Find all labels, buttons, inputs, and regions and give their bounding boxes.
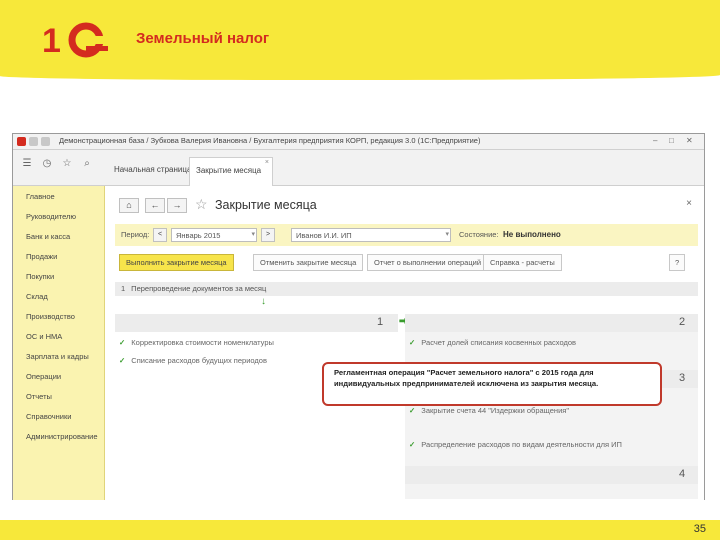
1c-logo: 1 (42, 22, 108, 60)
column-4-number: 4 (679, 468, 686, 480)
slide: 1 Земельный налог Демонстрационная база … (0, 0, 720, 540)
form-area: ⌂ ← → ☆ Закрытие месяца × Период: < Янва… (105, 186, 704, 500)
cancel-close-button[interactable]: Отменить закрытие месяца (253, 254, 364, 271)
form-close-icon[interactable]: × (686, 198, 692, 209)
note-callout: Регламентная операция "Расчет земельного… (322, 362, 662, 406)
tab-home[interactable]: Начальная страница (108, 157, 197, 186)
column-3-number: 3 (679, 372, 686, 384)
actions-bar: Выполнить закрытие месяца Отменить закры… (119, 254, 694, 272)
left-operation[interactable]: ✓ Корректировка стоимости номенклатуры (119, 338, 274, 347)
section-reposting-label: 1 Перепроведение документов за месяц (121, 284, 266, 293)
minimize-icon[interactable]: – (653, 136, 657, 145)
sidebar-item-payroll[interactable]: Зарплата и кадры (26, 352, 89, 361)
tab-home-label: Начальная страница (114, 165, 192, 174)
status-label: Состояние: (459, 230, 499, 239)
slide-footer-band (0, 520, 720, 540)
close-tab-icon[interactable]: × (265, 159, 269, 166)
section-index: 1 (121, 284, 126, 293)
report-button[interactable]: Отчет о выполнении операций (367, 254, 489, 271)
forward-button[interactable]: → (167, 198, 187, 213)
column-1-header: 1 (115, 314, 398, 332)
sidebar-item-catalogs[interactable]: Справочники (26, 412, 71, 421)
section-reposting-row: 1 Перепроведение документов за месяц (115, 282, 698, 296)
form-title: Закрытие месяца (215, 198, 317, 212)
sidebar-item-assets[interactable]: ОС и НМА (26, 332, 62, 341)
svg-text:1: 1 (42, 22, 61, 60)
period-prev-button[interactable]: < (153, 228, 167, 242)
slide-page-number: 35 (693, 523, 706, 535)
app-icon (17, 137, 26, 146)
menu-icon[interactable] (29, 137, 38, 146)
right-operation-label: Распределение расходов по видам деятельн… (421, 440, 622, 449)
close-window-icon[interactable]: ✕ (686, 136, 693, 145)
home-button[interactable]: ⌂ (119, 198, 139, 213)
left-operation-label: Корректировка стоимости номенклатуры (131, 338, 274, 347)
check-icon: ✓ (119, 338, 126, 347)
favorites-icon[interactable]: ☆ (61, 158, 73, 170)
sidebar-item-management[interactable]: Руководителю (26, 212, 76, 221)
title-bar: Демонстрационная база / Зубкова Валерия … (13, 134, 704, 150)
sidebar-item-admin[interactable]: Администрирование (26, 432, 98, 441)
column-2-header: 2 (405, 314, 698, 332)
check-icon: ✓ (409, 406, 416, 415)
section-reposting-text: Перепроведение документов за месяц (131, 284, 267, 293)
history-icon[interactable]: ◷ (41, 158, 53, 170)
organization-value: Иванов И.И. ИП (296, 231, 352, 240)
tab-month-close-label: Закрытие месяца (196, 166, 262, 175)
left-operation[interactable]: ✓ Списание расходов будущих периодов (119, 356, 267, 365)
sidebar-item-sales[interactable]: Продажи (26, 252, 57, 261)
period-field[interactable]: Январь 2015 ▾ (171, 228, 257, 242)
left-operation-label: Списание расходов будущих периодов (131, 356, 267, 365)
column-2-number: 2 (679, 316, 686, 328)
period-row: Период: < Январь 2015 ▾ > Иванов И.И. ИП… (115, 224, 698, 246)
check-icon: ✓ (119, 356, 126, 365)
operations-column-1: 1 ✓ Корректировка стоимости номенклатуры … (115, 314, 398, 499)
down-arrow-icon: ↓ (261, 296, 266, 307)
sidebar-item-purchases[interactable]: Покупки (26, 272, 54, 281)
tabs-bar: ☰ ◷ ☆ ⌕ Начальная страница Закрытие меся… (13, 150, 704, 186)
check-icon: ✓ (409, 440, 416, 449)
grid-menu-icon[interactable]: ☰ (21, 158, 33, 170)
column-4-header: 4 (405, 466, 698, 484)
sidebar-item-operations[interactable]: Операции (26, 372, 61, 381)
chevron-down-icon[interactable]: ▾ (445, 230, 449, 238)
sidebar-item-warehouse[interactable]: Склад (26, 292, 48, 301)
sidebar: Главное Руководителю Банк и касса Продаж… (13, 186, 105, 500)
note-callout-text: Регламентная операция "Расчет земельного… (334, 368, 599, 388)
right-operation-label: Расчет долей списания косвенных расходов (421, 338, 576, 347)
column-1-number: 1 (377, 316, 384, 328)
maximize-icon[interactable]: □ (669, 136, 674, 145)
sidebar-item-production[interactable]: Производство (26, 312, 75, 321)
help-calc-button[interactable]: Справка - расчеты (483, 254, 562, 271)
period-next-button[interactable]: > (261, 228, 275, 242)
period-value: Январь 2015 (176, 231, 221, 240)
tab-month-close[interactable]: Закрытие месяца × (189, 157, 273, 186)
right-operation[interactable]: ✓ Распределение расходов по видам деятель… (409, 440, 622, 449)
sidebar-item-reports[interactable]: Отчеты (26, 392, 52, 401)
status-value: Не выполнено (503, 230, 561, 239)
calendar-icon[interactable]: ▾ (251, 230, 255, 238)
app-window: Демонстрационная база / Зубкова Валерия … (12, 133, 705, 500)
right-operation-label: Закрытие счета 44 "Издержки обращения" (421, 406, 569, 415)
operations-column-2: 2 ✓ Расчет долей списания косвенных расхо… (405, 314, 698, 499)
search-icon[interactable]: ⌕ (81, 158, 93, 170)
right-operation[interactable]: ✓ Закрытие счета 44 "Издержки обращения" (409, 406, 569, 415)
sidebar-item-bank[interactable]: Банк и касса (26, 232, 70, 241)
back-button[interactable]: ← (145, 198, 165, 213)
slide-title: Земельный налог (136, 30, 270, 47)
window-title: Демонстрационная база / Зубкова Валерия … (59, 136, 481, 145)
sidebar-item-main[interactable]: Главное (26, 192, 55, 201)
check-icon: ✓ (409, 338, 416, 347)
help-question-button[interactable]: ? (669, 254, 686, 271)
period-label: Период: (121, 230, 150, 239)
right-operation[interactable]: ✓ Расчет долей списания косвенных расходо… (409, 338, 576, 347)
favorite-star-icon[interactable]: ☆ (195, 196, 208, 213)
run-close-button[interactable]: Выполнить закрытие месяца (119, 254, 234, 271)
home-icon[interactable] (41, 137, 50, 146)
organization-field[interactable]: Иванов И.И. ИП ▾ (291, 228, 451, 242)
